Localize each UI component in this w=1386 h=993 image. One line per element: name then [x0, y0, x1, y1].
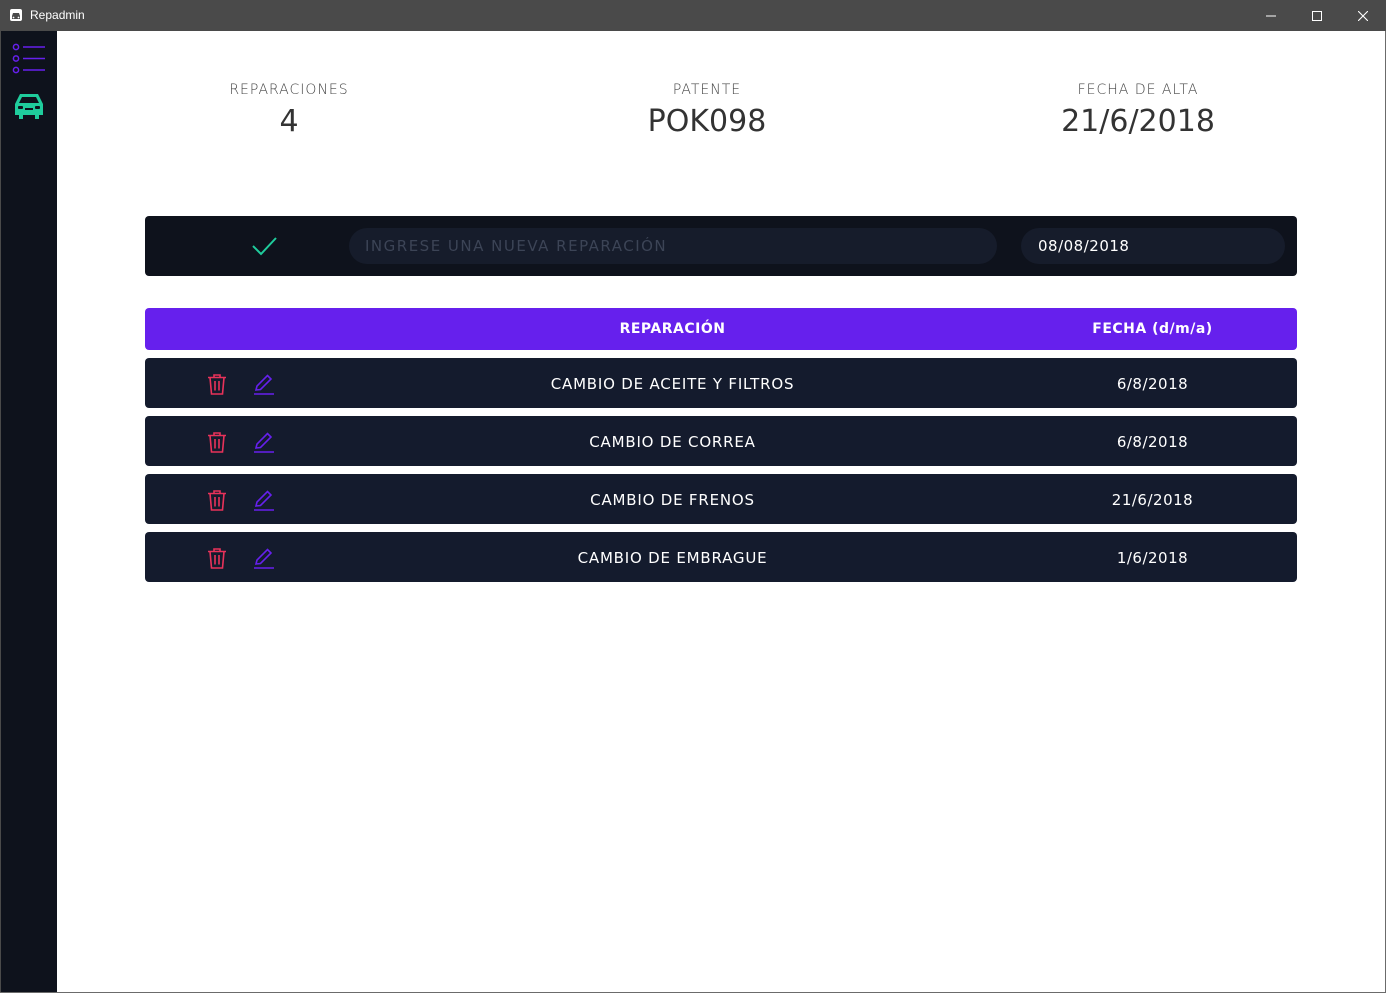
date-input[interactable] — [1021, 228, 1285, 264]
stat-date-label: FECHA DE ALTA — [1077, 82, 1199, 98]
car-icon — [10, 9, 22, 21]
repair-description: CAMBIO DE CORREA — [589, 433, 756, 451]
sidebar — [1, 31, 57, 992]
stat-plate: PATENTE POK098 — [557, 82, 857, 139]
delete-button[interactable] — [205, 430, 229, 454]
close-button[interactable] — [1340, 0, 1386, 31]
stat-plate-label: PATENTE — [672, 82, 742, 98]
repair-date: 21/6/2018 — [1111, 491, 1194, 509]
stat-date-value: 21/6/2018 — [1061, 104, 1215, 139]
repair-description: CAMBIO DE EMBRAGUE — [577, 549, 768, 567]
close-icon — [1358, 10, 1368, 21]
stat-repairs: REPARACIONES 4 — [139, 82, 439, 139]
pencil-icon — [254, 374, 274, 395]
pencil-icon — [254, 432, 274, 453]
title-bar: Repadmin — [0, 0, 1386, 31]
list-icon — [12, 43, 45, 74]
table-row: CAMBIO DE EMBRAGUE 1/6/2018 — [145, 532, 1297, 582]
stat-repairs-value: 4 — [279, 104, 299, 139]
maximize-button[interactable] — [1294, 0, 1340, 31]
delete-button[interactable] — [205, 546, 229, 570]
pencil-icon — [254, 490, 274, 511]
sidebar-item-vehicles[interactable] — [12, 91, 46, 125]
table-header: REPARACIÓN FECHA (d/m/a) — [145, 308, 1297, 350]
table-row: CAMBIO DE FRENOS 21/6/2018 — [145, 474, 1297, 524]
table-row: CAMBIO DE CORREA 6/8/2018 — [145, 416, 1297, 466]
window-title: Repadmin — [30, 8, 85, 22]
trash-icon — [208, 374, 226, 395]
trash-icon — [208, 548, 226, 569]
column-header-repair: REPARACIÓN — [619, 321, 726, 337]
trash-icon — [208, 432, 226, 453]
edit-button[interactable] — [252, 372, 276, 396]
repair-date: 6/8/2018 — [1116, 433, 1189, 451]
pencil-icon — [254, 548, 274, 569]
edit-button[interactable] — [252, 546, 276, 570]
edit-button[interactable] — [252, 430, 276, 454]
trash-icon — [208, 490, 226, 511]
delete-button[interactable] — [205, 372, 229, 396]
maximize-icon — [1312, 10, 1322, 21]
repair-date: 6/8/2018 — [1116, 375, 1189, 393]
edit-button[interactable] — [252, 488, 276, 512]
minimize-button[interactable] — [1248, 0, 1294, 31]
sidebar-item-repairs-list[interactable] — [12, 42, 46, 80]
confirm-button[interactable] — [249, 232, 279, 260]
repair-description: CAMBIO DE ACEITE Y FILTROS — [550, 375, 795, 393]
delete-button[interactable] — [205, 488, 229, 512]
stat-plate-value: POK098 — [647, 104, 767, 139]
stat-repairs-label: REPARACIONES — [229, 82, 349, 98]
minimize-icon — [1266, 15, 1276, 16]
repair-date: 1/6/2018 — [1116, 549, 1189, 567]
repair-description: CAMBIO DE FRENOS — [590, 491, 755, 509]
column-header-date: FECHA (d/m/a) — [1092, 321, 1213, 337]
check-icon — [252, 237, 277, 256]
stat-registration-date: FECHA DE ALTA 21/6/2018 — [988, 82, 1288, 139]
table-row: CAMBIO DE ACEITE Y FILTROS 6/8/2018 — [145, 358, 1297, 408]
repair-input[interactable] — [349, 228, 997, 264]
new-repair-form — [145, 216, 1297, 276]
car-icon — [15, 94, 43, 119]
